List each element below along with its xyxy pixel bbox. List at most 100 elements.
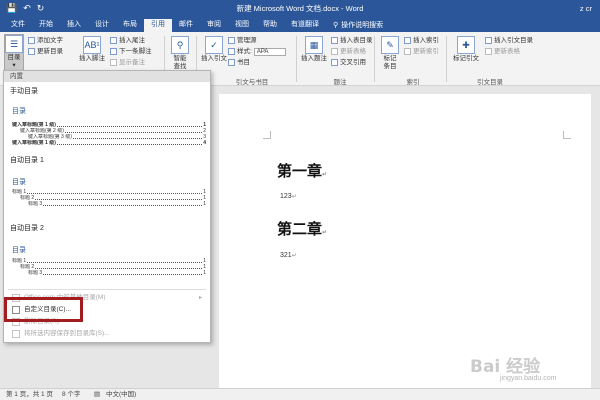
- document-page[interactable]: 第一章↵ 123↵ 第二章↵ 321↵: [219, 94, 591, 388]
- group-separator: [446, 36, 447, 82]
- title-bar: 💾 ↶ ↻ 新建 Microsoft Word 文档.docx - Word z…: [0, 0, 600, 17]
- heading-1[interactable]: 第一章↵: [277, 160, 327, 181]
- update-authorities-icon: [485, 48, 492, 55]
- insert-table-of-figures-button[interactable]: 插入表目录: [331, 36, 373, 45]
- auto-toc-1-option[interactable]: 目录 标题 11 标题 21 标题 31: [6, 167, 208, 215]
- group-separator: [296, 36, 297, 82]
- mark-entry-button[interactable]: ✎ 标记 条目: [380, 36, 400, 71]
- tab-youdao[interactable]: 有道翻译: [284, 19, 326, 32]
- group-separator: [374, 36, 375, 82]
- update-table-icon: [331, 48, 338, 55]
- group-label-captions: 题注: [333, 79, 347, 86]
- mark-entry-icon: ✎: [381, 36, 399, 54]
- update-authorities-button[interactable]: 更新表格: [485, 47, 520, 56]
- margin-corner: [263, 131, 271, 139]
- paragraph-2[interactable]: 321↵: [280, 252, 297, 259]
- tab-view[interactable]: 视图: [228, 19, 256, 32]
- caption-icon: ▦: [305, 36, 323, 54]
- insert-endnote-button[interactable]: 插入尾注: [110, 36, 145, 45]
- next-footnote-icon: [110, 48, 117, 55]
- auto-toc-2-option[interactable]: 目录 标题 11 标题 21 标题 31: [6, 235, 208, 283]
- manage-sources-button[interactable]: 管理源: [228, 36, 257, 45]
- update-index-icon: [404, 48, 411, 55]
- add-text-icon: [28, 37, 35, 44]
- cross-reference-icon: [331, 59, 338, 66]
- chevron-right-icon: ▸: [198, 295, 202, 301]
- add-text-button[interactable]: 添加文字: [28, 36, 63, 45]
- smart-lookup-button[interactable]: ⚲ 智能 查找: [170, 36, 190, 71]
- toc-preview-line: 键入章标题(第 1 级) 4: [12, 140, 206, 146]
- paragraph-mark: ↵: [322, 229, 328, 236]
- chevron-down-icon: ▾: [12, 62, 16, 69]
- bibliography-icon: [228, 59, 235, 66]
- toc-icon: ☰: [5, 35, 23, 53]
- toc-preview-title: 目录: [12, 179, 26, 186]
- mark-citation-icon: ✚: [457, 36, 475, 54]
- toc-preview-line: 标题 31: [28, 270, 206, 276]
- citation-icon: ✓: [205, 36, 223, 54]
- window-title: 新建 Microsoft Word 文档.docx - Word: [236, 4, 364, 13]
- insert-caption-button[interactable]: ▦ 插入题注: [300, 36, 328, 63]
- manage-sources-icon: [228, 37, 235, 44]
- auto-toc-1-label: 自动目录 1: [10, 157, 44, 164]
- tab-review[interactable]: 审阅: [200, 19, 228, 32]
- tab-file[interactable]: 文件: [4, 19, 32, 32]
- toc-preview-line: 标题 31: [28, 201, 206, 207]
- panel-header-builtin: 内置: [4, 71, 210, 82]
- manual-toc-option[interactable]: 目录 键入章标题(第 1 级) 1 键入章标题(第 2 级) 2 键入章标题(第 3…: [6, 97, 208, 153]
- tab-insert[interactable]: 插入: [60, 19, 88, 32]
- proofing-icon[interactable]: ▤: [94, 389, 100, 400]
- lightbulb-icon: ⚲: [333, 21, 339, 29]
- style-selector[interactable]: 样式: APA: [228, 47, 286, 56]
- style-icon: [228, 48, 235, 55]
- bibliography-button[interactable]: 书目: [228, 58, 250, 67]
- watermark-url: jingyan.baidu.com: [500, 375, 557, 382]
- search-icon: ⚲: [171, 36, 189, 54]
- toc-button[interactable]: ☰ 目录 ▾: [4, 34, 24, 72]
- tab-design[interactable]: 设计: [88, 19, 116, 32]
- update-icon: [28, 48, 35, 55]
- update-table-button[interactable]: 更新表格: [331, 47, 366, 56]
- mark-citation-button[interactable]: ✚ 标记引文: [451, 36, 481, 63]
- cross-reference-button[interactable]: 交叉引用: [331, 58, 366, 67]
- insert-index-button[interactable]: 插入索引: [404, 36, 439, 45]
- heading-2[interactable]: 第二章↵: [277, 218, 327, 239]
- tab-help[interactable]: 帮助: [256, 19, 284, 32]
- table-of-figures-icon: [331, 37, 338, 44]
- next-footnote-button[interactable]: 下一条脚注: [110, 47, 152, 56]
- update-index-button[interactable]: 更新索引: [404, 47, 439, 56]
- tab-layout[interactable]: 布局: [116, 19, 144, 32]
- page-count[interactable]: 第 1 页，共 1 页: [6, 389, 53, 400]
- tab-references[interactable]: 引用: [144, 19, 172, 32]
- toc-preview-title: 目录: [12, 247, 26, 254]
- group-label-authorities: 引文目录: [477, 79, 503, 86]
- tab-home[interactable]: 开始: [32, 19, 60, 32]
- insert-footnote-button[interactable]: AB¹ 插入脚注: [78, 36, 106, 63]
- insert-table-of-authorities-button[interactable]: 插入引文目录: [485, 36, 533, 45]
- style-dropdown[interactable]: APA: [253, 47, 286, 56]
- show-notes-button[interactable]: 显示备注: [110, 58, 145, 67]
- save-selection-menu-item[interactable]: 将所选内容保存到目录库(S)...: [6, 328, 208, 340]
- manual-toc-label: 手动目录: [10, 88, 38, 95]
- annotation-highlight-box: [4, 297, 83, 322]
- auto-toc-2-label: 自动目录 2: [10, 225, 44, 232]
- endnote-icon: [110, 37, 117, 44]
- authorities-icon: [485, 37, 492, 44]
- paragraph-1[interactable]: 123↵: [280, 193, 297, 200]
- group-label-index: 索引: [406, 79, 420, 86]
- tell-me-search[interactable]: ⚲ 操作说明搜索: [326, 19, 390, 32]
- menu-divider: [8, 289, 206, 290]
- tab-mailings[interactable]: 邮件: [172, 19, 200, 32]
- language[interactable]: 中文(中国): [106, 389, 136, 400]
- update-toc-button[interactable]: 更新目录: [28, 47, 63, 56]
- paragraph-mark: ↵: [322, 171, 328, 178]
- margin-corner: [563, 131, 571, 139]
- save-selection-icon: [12, 330, 20, 338]
- insert-citation-button[interactable]: ✓ 插入引文: [201, 36, 227, 63]
- index-icon: [404, 37, 411, 44]
- tell-me-label: 操作说明搜索: [341, 21, 384, 29]
- user-name[interactable]: z cr: [580, 3, 592, 14]
- status-bar: 第 1 页，共 1 页 8 个字 ▤ 中文(中国): [0, 388, 600, 400]
- word-count[interactable]: 8 个字: [62, 389, 80, 400]
- toc-preview-title: 目录: [12, 108, 26, 115]
